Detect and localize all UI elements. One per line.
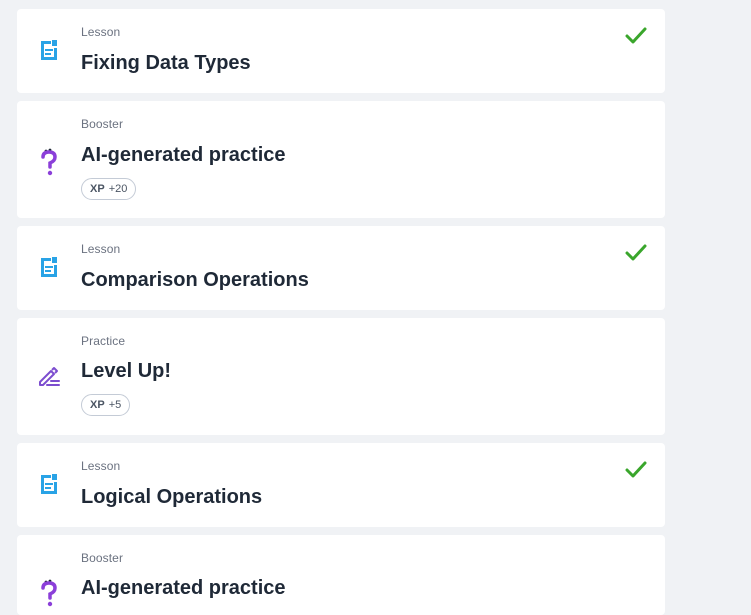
item-type-label: Lesson <box>81 459 121 473</box>
xp-badge: XP +5 <box>81 394 131 416</box>
booster-question-icon <box>37 578 61 607</box>
completed-check-icon <box>625 25 647 47</box>
booster-question-icon <box>37 147 61 176</box>
lesson-document-icon <box>37 472 61 496</box>
item-type-label: Lesson <box>81 242 121 256</box>
item-type-label: Booster <box>81 117 124 131</box>
lesson-document-icon <box>37 255 61 279</box>
item-title[interactable]: Comparison Operations <box>81 269 309 292</box>
item-title[interactable]: Level Up! <box>81 360 171 383</box>
xp-label: XP <box>90 399 105 411</box>
item-title[interactable]: Fixing Data Types <box>81 52 251 75</box>
course-item-booster[interactable]: Booster AI-generated practice <box>17 535 665 615</box>
item-type-label: Practice <box>81 334 126 348</box>
lesson-document-icon <box>37 38 61 62</box>
item-title[interactable]: Logical Operations <box>81 486 262 509</box>
xp-badge: XP +20 <box>81 178 137 200</box>
xp-value: +5 <box>108 399 122 411</box>
item-title[interactable]: AI-generated practice <box>81 144 286 167</box>
item-type-label: Booster <box>81 551 124 565</box>
item-type-label: Lesson <box>81 25 121 39</box>
course-item-booster[interactable]: Booster AI-generated practice XP +20 <box>17 101 665 218</box>
course-item-lesson[interactable]: Lesson Comparison Operations <box>17 226 665 310</box>
course-item-lesson[interactable]: Lesson Fixing Data Types <box>17 9 665 93</box>
completed-check-icon <box>625 242 647 264</box>
xp-label: XP <box>90 183 105 195</box>
course-item-lesson[interactable]: Lesson Logical Operations <box>17 443 665 527</box>
completed-check-icon <box>625 459 647 481</box>
course-item-practice[interactable]: Practice Level Up! XP +5 <box>17 318 665 435</box>
practice-pencil-icon <box>37 364 61 388</box>
xp-value: +20 <box>108 183 128 195</box>
item-title[interactable]: AI-generated practice <box>81 577 286 600</box>
